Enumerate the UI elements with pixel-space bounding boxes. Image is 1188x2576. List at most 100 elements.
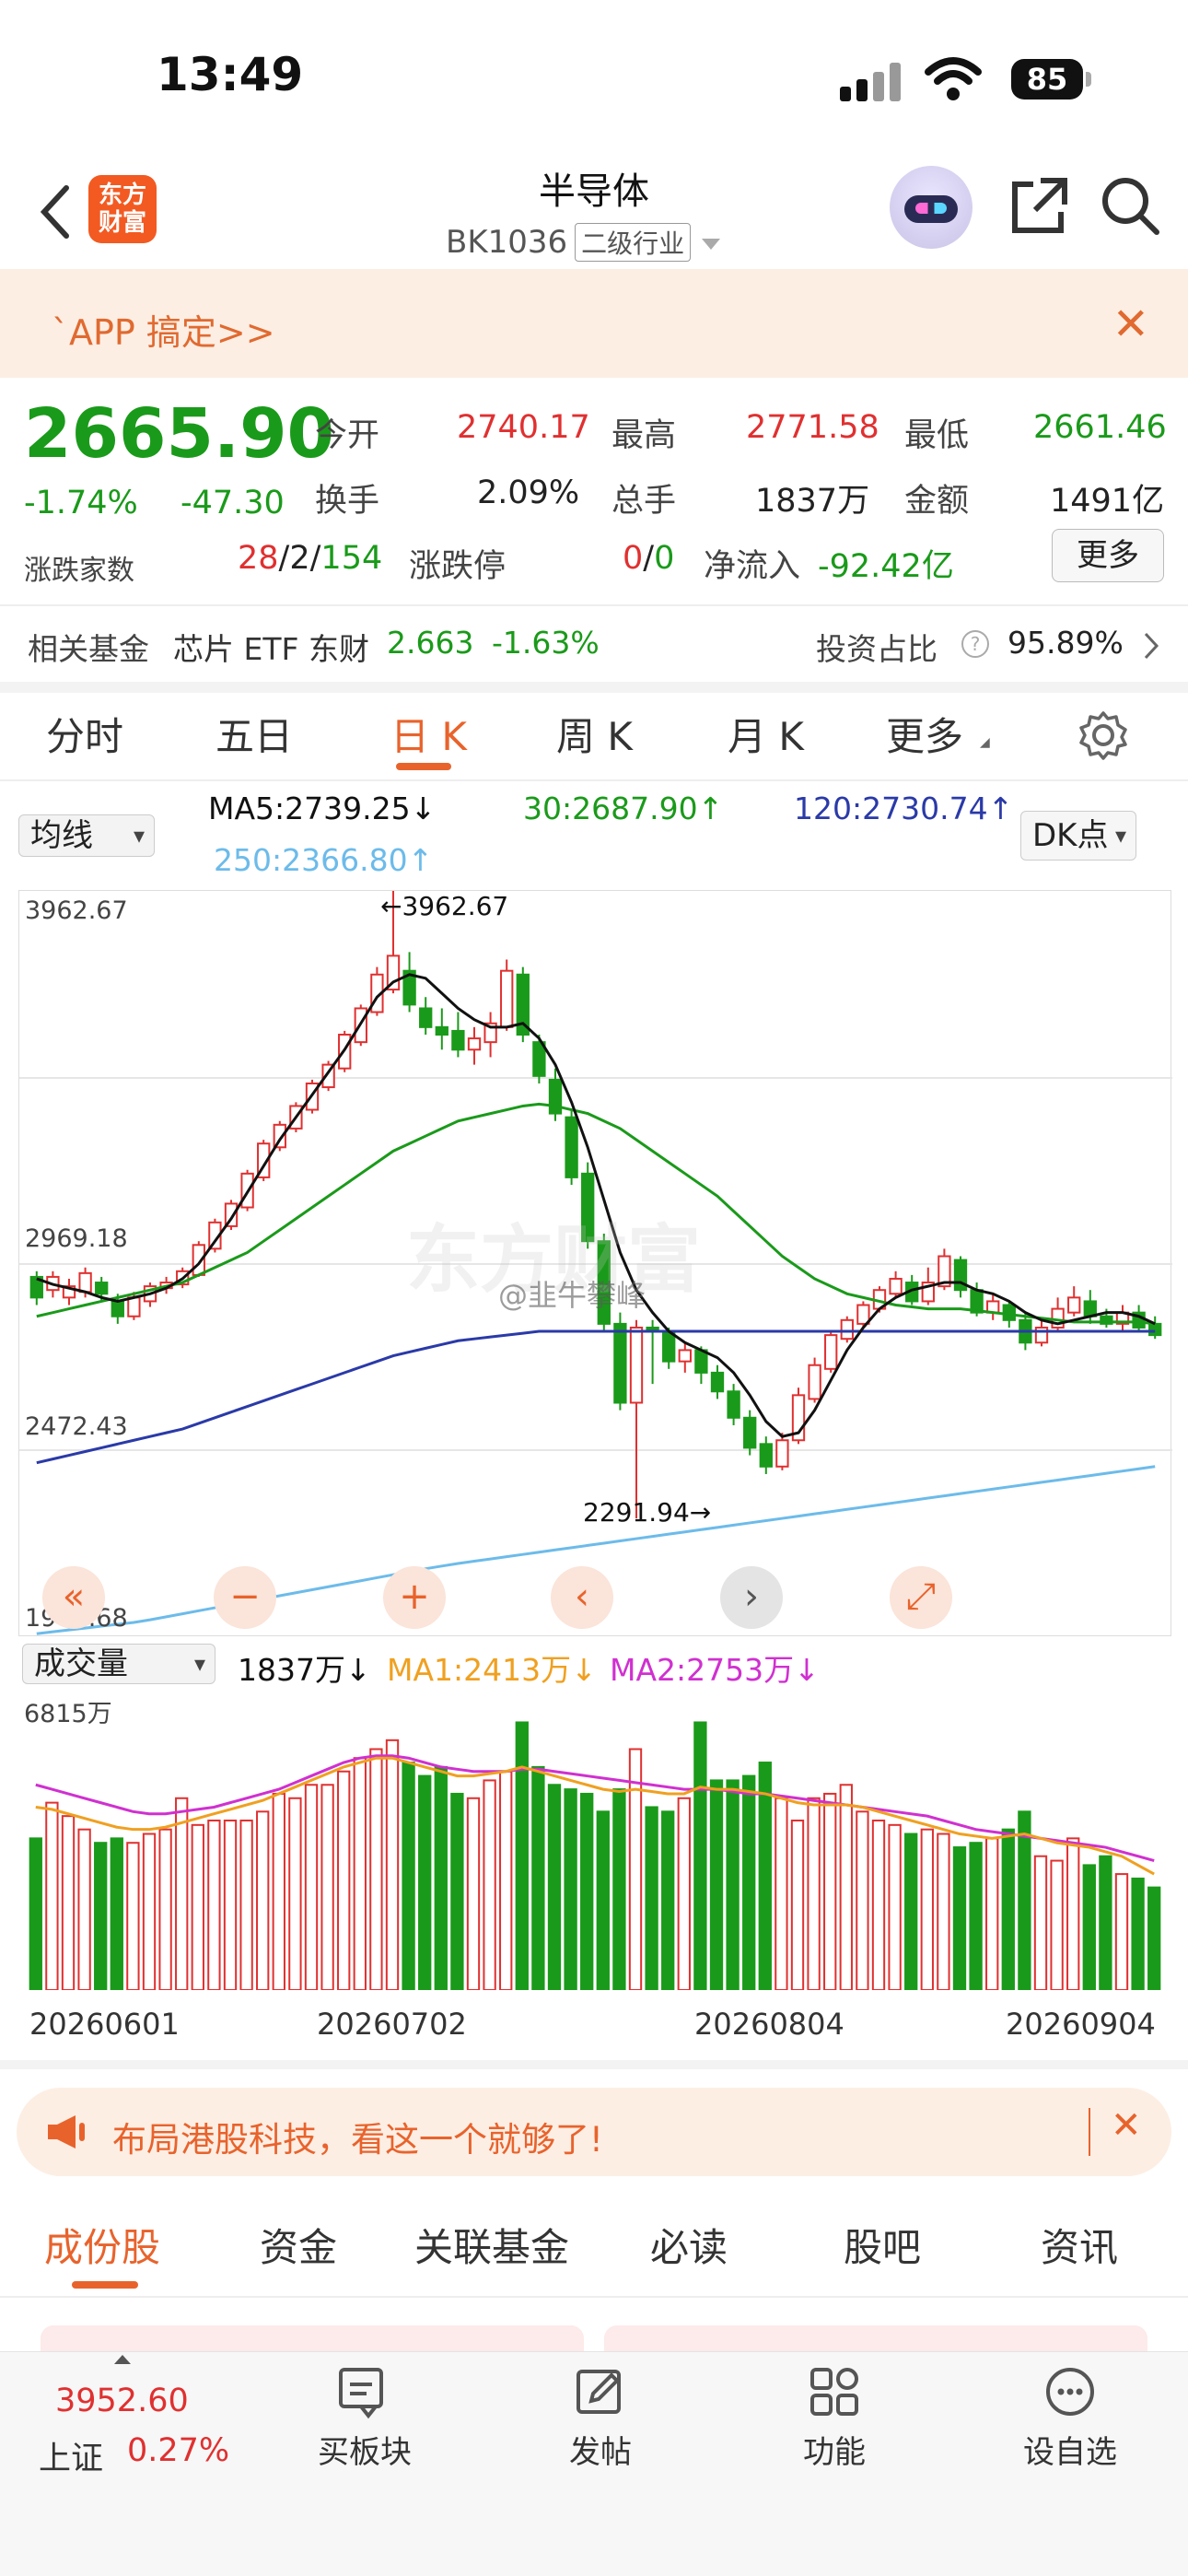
divider (1089, 2108, 1090, 2156)
amount-label: 金额 (904, 483, 970, 520)
close-icon[interactable]: ✕ (1112, 299, 1149, 350)
volume-bar (807, 1797, 821, 1991)
search-icon[interactable] (1098, 173, 1162, 238)
share-icon[interactable] (1006, 173, 1070, 238)
more-dots-icon (1046, 2368, 1094, 2416)
volume-bar (1099, 1855, 1112, 1991)
volume-bar (304, 1784, 319, 1991)
volume-bar (952, 1846, 967, 1991)
volume-bar (126, 1842, 140, 1991)
volume-bar (77, 1828, 91, 1991)
card-top (41, 2325, 584, 2353)
notice-text[interactable]: 布局港股科技，看这一个就够了! (112, 2112, 603, 2161)
volume-bar (547, 1784, 562, 1991)
clock: 13:49 (157, 48, 304, 101)
tab-intraday[interactable]: 分时 (46, 706, 123, 762)
more-button[interactable]: 更多 (1052, 529, 1164, 582)
chevron-right-icon[interactable]: › (720, 1566, 783, 1629)
indicator-select[interactable]: 均线 (18, 814, 155, 857)
candle-body (613, 1322, 627, 1404)
volume-bar (856, 1810, 869, 1991)
battery-icon: 85 (1011, 59, 1091, 100)
date-label: 20260702 (317, 2007, 467, 2042)
fullscreen-icon[interactable]: ⤢ (890, 1566, 952, 1629)
assistant-avatar[interactable] (890, 166, 973, 249)
tab-funds-flow[interactable]: 资金 (260, 2217, 337, 2273)
breadth-value: 28/2/154 (238, 540, 383, 577)
volume-value: 1837万 (755, 483, 870, 520)
candle-body (111, 1300, 124, 1317)
tab-daily-k[interactable]: 日 K (390, 706, 467, 762)
tab-more[interactable]: 更多 (886, 706, 963, 762)
help-icon[interactable]: ? (961, 630, 989, 658)
tab-forum[interactable]: 股吧 (844, 2217, 921, 2273)
scroll-left-fast-icon[interactable]: « (42, 1566, 105, 1629)
fund-pct: -1.63% (492, 625, 600, 661)
candle-body (743, 1416, 757, 1449)
active-tab-indicator (396, 763, 451, 770)
tab-monthly-k[interactable]: 月 K (728, 706, 804, 762)
index-value[interactable]: 3952.60 (55, 2383, 189, 2419)
divider (0, 779, 1188, 781)
volume-bar (677, 1797, 691, 1991)
wifi-icon (925, 57, 982, 100)
caret-up-icon (114, 2355, 131, 2364)
divider (0, 2060, 1188, 2069)
volume-bar (450, 1792, 464, 1992)
high-value: 2771.58 (746, 409, 879, 446)
tab-constituents[interactable]: 成份股 (44, 2217, 160, 2273)
index-pct[interactable]: 0.27% (127, 2432, 229, 2469)
volume-bar (369, 1748, 383, 1991)
volume-bar (320, 1784, 334, 1991)
volume-bar (61, 1815, 76, 1991)
volume-bar (628, 1748, 643, 1991)
volume-bar (207, 1819, 221, 1991)
promo-banner[interactable]: `APP 搞定>> ✕ (0, 269, 1188, 378)
active-tab-indicator (72, 2281, 138, 2289)
volume-bar (110, 1837, 123, 1991)
volume-bar (693, 1721, 707, 1991)
index-name[interactable]: 上证 (39, 2432, 103, 2479)
tab-related-funds[interactable]: 关联基金 (414, 2217, 569, 2273)
tab-news[interactable]: 资讯 (1041, 2217, 1118, 2273)
chevron-down-icon (702, 238, 721, 250)
settings-icon[interactable] (1077, 709, 1129, 761)
chevron-right-icon[interactable] (1142, 630, 1160, 662)
low-label: 最低 (904, 417, 970, 454)
add-watchlist-button[interactable]: 设自选 (996, 2364, 1144, 2472)
notice-banner[interactable]: 布局港股科技，看这一个就够了! ✕ (17, 2088, 1171, 2176)
volume-bar (418, 1774, 432, 1991)
dk-point-button[interactable]: DK点 (1020, 811, 1136, 861)
divider (0, 2296, 1188, 2298)
fund-label: 相关基金 (28, 631, 149, 667)
zoom-out-icon[interactable]: − (214, 1566, 276, 1629)
volume-bar (1018, 1810, 1031, 1991)
volume-bar (175, 1797, 189, 1991)
fund-name[interactable]: 芯片 ETF 东财 (173, 625, 369, 669)
candle-body (451, 1029, 465, 1051)
y-max-label: 3962.67 (25, 896, 128, 925)
promo-text[interactable]: `APP 搞定>> (52, 304, 275, 355)
volume-bar (580, 1792, 594, 1992)
functions-button[interactable]: 功能 (761, 2364, 908, 2472)
post-button[interactable]: 发帖 (527, 2364, 674, 2472)
close-icon[interactable]: ✕ (1111, 2104, 1142, 2147)
volume-chart[interactable]: 6815万 (18, 1686, 1171, 1992)
cellular-signal-icon (840, 61, 908, 101)
chevron-left-icon[interactable]: ‹ (551, 1566, 613, 1629)
kline-chart[interactable]: 3962.67 2969.18 2472.43 1975.68 ←3962.67… (18, 890, 1172, 1636)
tab-weekly-k[interactable]: 周 K (556, 706, 633, 762)
volume-bar (239, 1819, 253, 1991)
sector-code[interactable]: BK1036 二级行业 (446, 223, 721, 262)
zoom-in-icon[interactable]: + (383, 1566, 446, 1629)
tab-five-day[interactable]: 五日 (215, 706, 293, 762)
volume-bar (402, 1762, 415, 1991)
date-label: 20260601 (29, 2007, 180, 2042)
tab-must-read[interactable]: 必读 (650, 2217, 728, 2273)
buy-sector-button[interactable]: 买板块 (291, 2364, 438, 2472)
high-label: 最高 (611, 417, 677, 454)
edit-icon (577, 2370, 621, 2414)
volume-indicator-select[interactable]: 成交量 (22, 1644, 215, 1684)
candle-body (678, 1349, 692, 1363)
candle-body (710, 1371, 725, 1393)
